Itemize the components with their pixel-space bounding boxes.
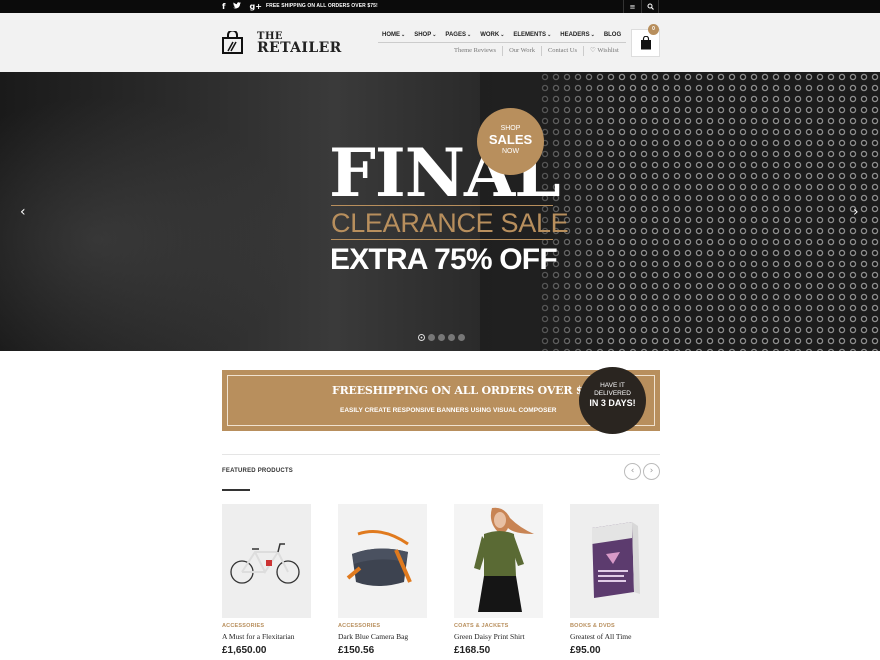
banner-headline: FREESHIPPING ON ALL ORDERS OVER $75 [332,384,599,397]
product-card[interactable]: BOOKS & DVDS Greatest of All Time £95.00 [570,504,659,656]
product-name[interactable]: Green Daisy Print Shirt [454,632,543,641]
product-image-model-shirt[interactable] [454,504,543,618]
slider-dot-4[interactable] [448,334,455,341]
secondary-nav: Theme Reviews Our Work Contact Us ♡ Wish… [448,46,625,56]
menu-icon[interactable]: ≡ [623,0,641,13]
subnav-wishlist[interactable]: ♡ Wishlist [583,46,625,56]
product-image-camera-bag[interactable] [338,504,427,618]
hero-offer: EXTRA 75% OFF [330,243,558,276]
hero-rule-bottom [331,239,553,240]
site-header: THE RETAILER HOME⌄ SHOP⌄ PAGES⌄ WORK⌄ EL… [0,13,880,72]
delivery-circle: HAVE IT DELIVERED IN 3 DAYS! [579,367,646,434]
product-name[interactable]: Dark Blue Camera Bag [338,632,427,641]
product-image-bicycle[interactable] [222,504,311,618]
shopping-bag-logo-icon [222,31,243,54]
subnav-theme-reviews[interactable]: Theme Reviews [448,46,502,56]
product-name[interactable]: A Must for a Flexitarian [222,632,311,641]
cart-count-badge: 0 [648,24,659,35]
nav-item-home[interactable]: HOME⌄ [378,29,410,40]
featured-title-underline [222,489,250,491]
delivery-line-3: IN 3 DAYS! [589,398,636,408]
product-price: £1,650.00 [222,645,267,656]
nav-item-shop[interactable]: SHOP⌄ [410,29,441,40]
hero-slider: ‹ › FINAL CLEARANCE SALE EXTRA 75% OFF S… [0,72,880,351]
product-category[interactable]: COATS & JACKETS [454,623,543,629]
subnav-our-work[interactable]: Our Work [502,46,541,56]
badge-line-2: SALES [488,132,533,147]
product-category[interactable]: BOOKS & DVDS [570,623,659,629]
nav-item-work[interactable]: WORK⌄ [476,29,509,40]
social-links: f g+ [222,0,262,13]
product-name[interactable]: Greatest of All Time [570,632,659,641]
slider-prev-arrow-icon[interactable]: ‹ [20,204,26,220]
product-price: £168.50 [454,645,491,656]
delivery-line-2: DELIVERED [594,390,631,397]
promo-text: FREE SHIPPING ON ALL ORDERS OVER $75! [266,3,378,9]
banner-subtext: EASILY CREATE RESPONSIVE BANNERS USING V… [340,407,557,414]
product-card[interactable]: COATS & JACKETS Green Daisy Print Shirt … [454,504,543,656]
product-price: £95.00 [570,645,601,656]
badge-line-3: NOW [501,148,520,155]
cart-button[interactable]: 0 [631,24,660,57]
twitter-icon[interactable] [233,0,242,13]
nav-item-elements[interactable]: ELEMENTS⌄ [509,29,556,40]
search-icon[interactable] [641,0,659,13]
nav-item-blog[interactable]: BLOG [600,29,626,40]
top-bar: f g+ FREE SHIPPING ON ALL ORDERS OVER $7… [0,0,880,13]
subnav-contact-us[interactable]: Contact Us [540,46,583,56]
featured-products-title: FEATURED PRODUCTS [222,468,293,474]
hero-subheadline: CLEARANCE SALE [331,208,569,238]
slider-dot-1[interactable] [418,334,425,341]
product-price: £150.56 [338,645,375,656]
nav-item-headers[interactable]: HEADERS⌄ [556,29,600,40]
shop-sales-now-badge[interactable]: SHOP SALES NOW [477,108,544,175]
delivery-line-1: HAVE IT [600,382,625,389]
free-shipping-banner[interactable]: FREESHIPPING ON ALL ORDERS OVER $75 EASI… [222,367,660,434]
cart-icon [641,36,651,50]
facebook-icon[interactable]: f [222,0,225,13]
featured-prev-button[interactable]: ‹ [624,463,641,480]
nav-item-pages[interactable]: PAGES⌄ [441,29,476,40]
slider-dot-2[interactable] [428,334,435,341]
hero-rule-top [331,205,553,206]
featured-next-button[interactable]: › [643,463,660,480]
product-card[interactable]: ACCESSORIES Dark Blue Camera Bag £150.56 [338,504,427,656]
logo-name: RETAILER [257,40,342,56]
section-divider [222,454,660,455]
hero-background-left [0,72,330,351]
slider-dot-3[interactable] [438,334,445,341]
product-image-book[interactable] [570,504,659,618]
slider-dot-5[interactable] [458,334,465,341]
slider-dots [418,334,465,341]
product-category[interactable]: ACCESSORIES [338,623,427,629]
main-nav: HOME⌄ SHOP⌄ PAGES⌄ WORK⌄ ELEMENTS⌄ HEADE… [378,29,627,43]
product-card[interactable]: ACCESSORIES A Must for a Flexitarian £1,… [222,504,311,656]
slider-next-arrow-icon[interactable]: › [853,204,859,220]
google-plus-icon[interactable]: g+ [249,0,261,13]
product-category[interactable]: ACCESSORIES [222,623,311,629]
site-logo[interactable]: THE RETAILER [222,31,352,57]
